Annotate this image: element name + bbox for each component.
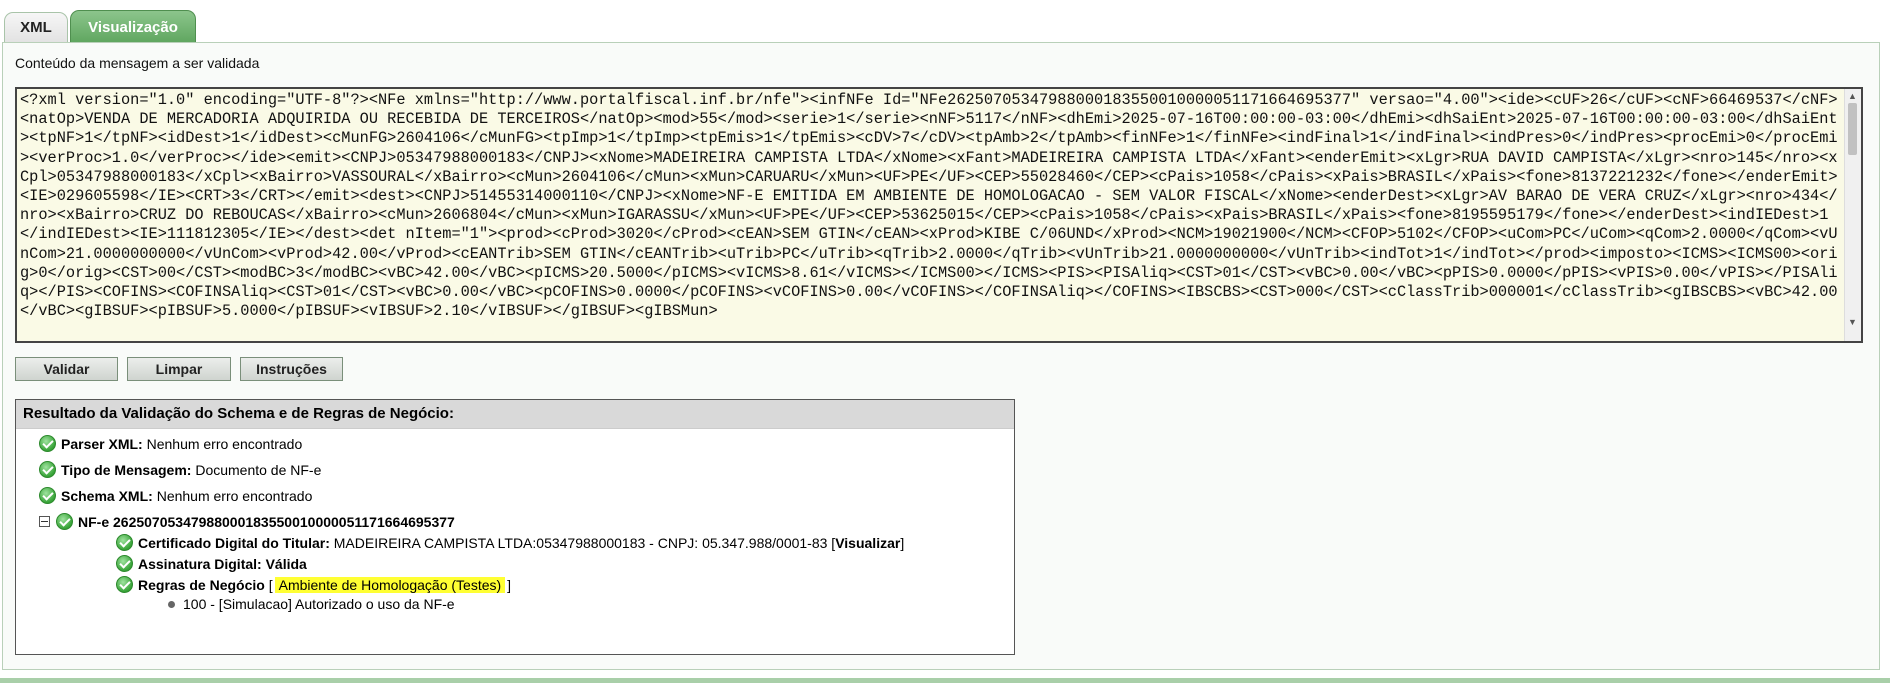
tipo-value: Documento de NF-e	[195, 461, 322, 478]
xml-content-label: Conteúdo da mensagem a ser validada	[15, 55, 260, 71]
nfe-row: NF-e 26250705347988000183550010000051171…	[39, 513, 455, 530]
tab-xml[interactable]: XML	[4, 12, 68, 43]
validation-result: Resultado da Validação do Schema e de Re…	[15, 399, 1015, 655]
regras-label: Regras de Negócio	[138, 576, 265, 593]
nfe-label: NF-e 26250705347988000183550010000051171…	[78, 513, 455, 530]
tab-visualizacao[interactable]: Visualização	[70, 10, 196, 43]
check-icon	[116, 555, 133, 572]
check-icon	[56, 513, 73, 530]
parser-value: Nenhum erro encontrado	[146, 435, 303, 452]
tipo-label: Tipo de Mensagem:	[61, 461, 192, 478]
ambiente-badge: Ambiente de Homologação (Testes)	[274, 576, 506, 593]
tipo-row: Tipo de Mensagem: Documento de NF-e	[39, 461, 321, 478]
certificado-suffix: ]	[900, 534, 905, 551]
check-icon	[116, 576, 133, 593]
validar-button[interactable]: Validar	[15, 357, 118, 381]
instrucoes-button[interactable]: Instruções	[240, 357, 343, 381]
certificado-row: Certificado Digital do Titular: MADEIREI…	[116, 534, 904, 551]
xml-scrollbar[interactable]: ▲ ▼	[1844, 89, 1861, 341]
result-title: Resultado da Validação do Schema e de Re…	[16, 400, 1014, 429]
xml-content-text[interactable]: <?xml version="1.0" encoding="UTF-8"?><N…	[20, 91, 1841, 341]
regras-row: Regras de Negócio [Ambiente de Homologaç…	[116, 576, 511, 593]
limpar-button[interactable]: Limpar	[127, 357, 231, 381]
regras-open-bracket: [	[268, 576, 273, 593]
status-text: 100 - [Simulacao] Autorizado o uso da NF…	[183, 596, 455, 612]
certificado-label: Certificado Digital do Titular:	[138, 534, 330, 551]
assinatura-label: Assinatura Digital: Válida	[138, 555, 307, 572]
check-icon	[39, 461, 56, 478]
parser-row: Parser XML: Nenhum erro encontrado	[39, 435, 302, 452]
collapse-toggle-icon[interactable]	[39, 516, 50, 527]
xml-textarea[interactable]: <?xml version="1.0" encoding="UTF-8"?><N…	[15, 87, 1863, 343]
check-icon	[39, 487, 56, 504]
schema-label: Schema XML:	[61, 487, 153, 504]
visualizar-link[interactable]: Visualizar	[835, 535, 900, 551]
bottom-border	[0, 678, 1890, 683]
parser-label: Parser XML:	[61, 435, 143, 452]
certificado-value: MADEIREIRA CAMPISTA LTDA:05347988000183 …	[333, 534, 836, 551]
validation-panel: Conteúdo da mensagem a ser validada <?xm…	[2, 42, 1880, 670]
status-row: 100 - [Simulacao] Autorizado o uso da NF…	[168, 596, 455, 612]
scroll-thumb[interactable]	[1848, 103, 1857, 155]
schema-row: Schema XML: Nenhum erro encontrado	[39, 487, 312, 504]
scroll-down-icon[interactable]: ▼	[1848, 317, 1857, 327]
scroll-up-icon[interactable]: ▲	[1848, 91, 1857, 101]
check-icon	[39, 435, 56, 452]
regras-close-bracket: ]	[507, 576, 512, 593]
assinatura-row: Assinatura Digital: Válida	[116, 555, 307, 572]
schema-value: Nenhum erro encontrado	[156, 487, 313, 504]
bullet-icon	[168, 600, 175, 608]
check-icon	[116, 534, 133, 551]
